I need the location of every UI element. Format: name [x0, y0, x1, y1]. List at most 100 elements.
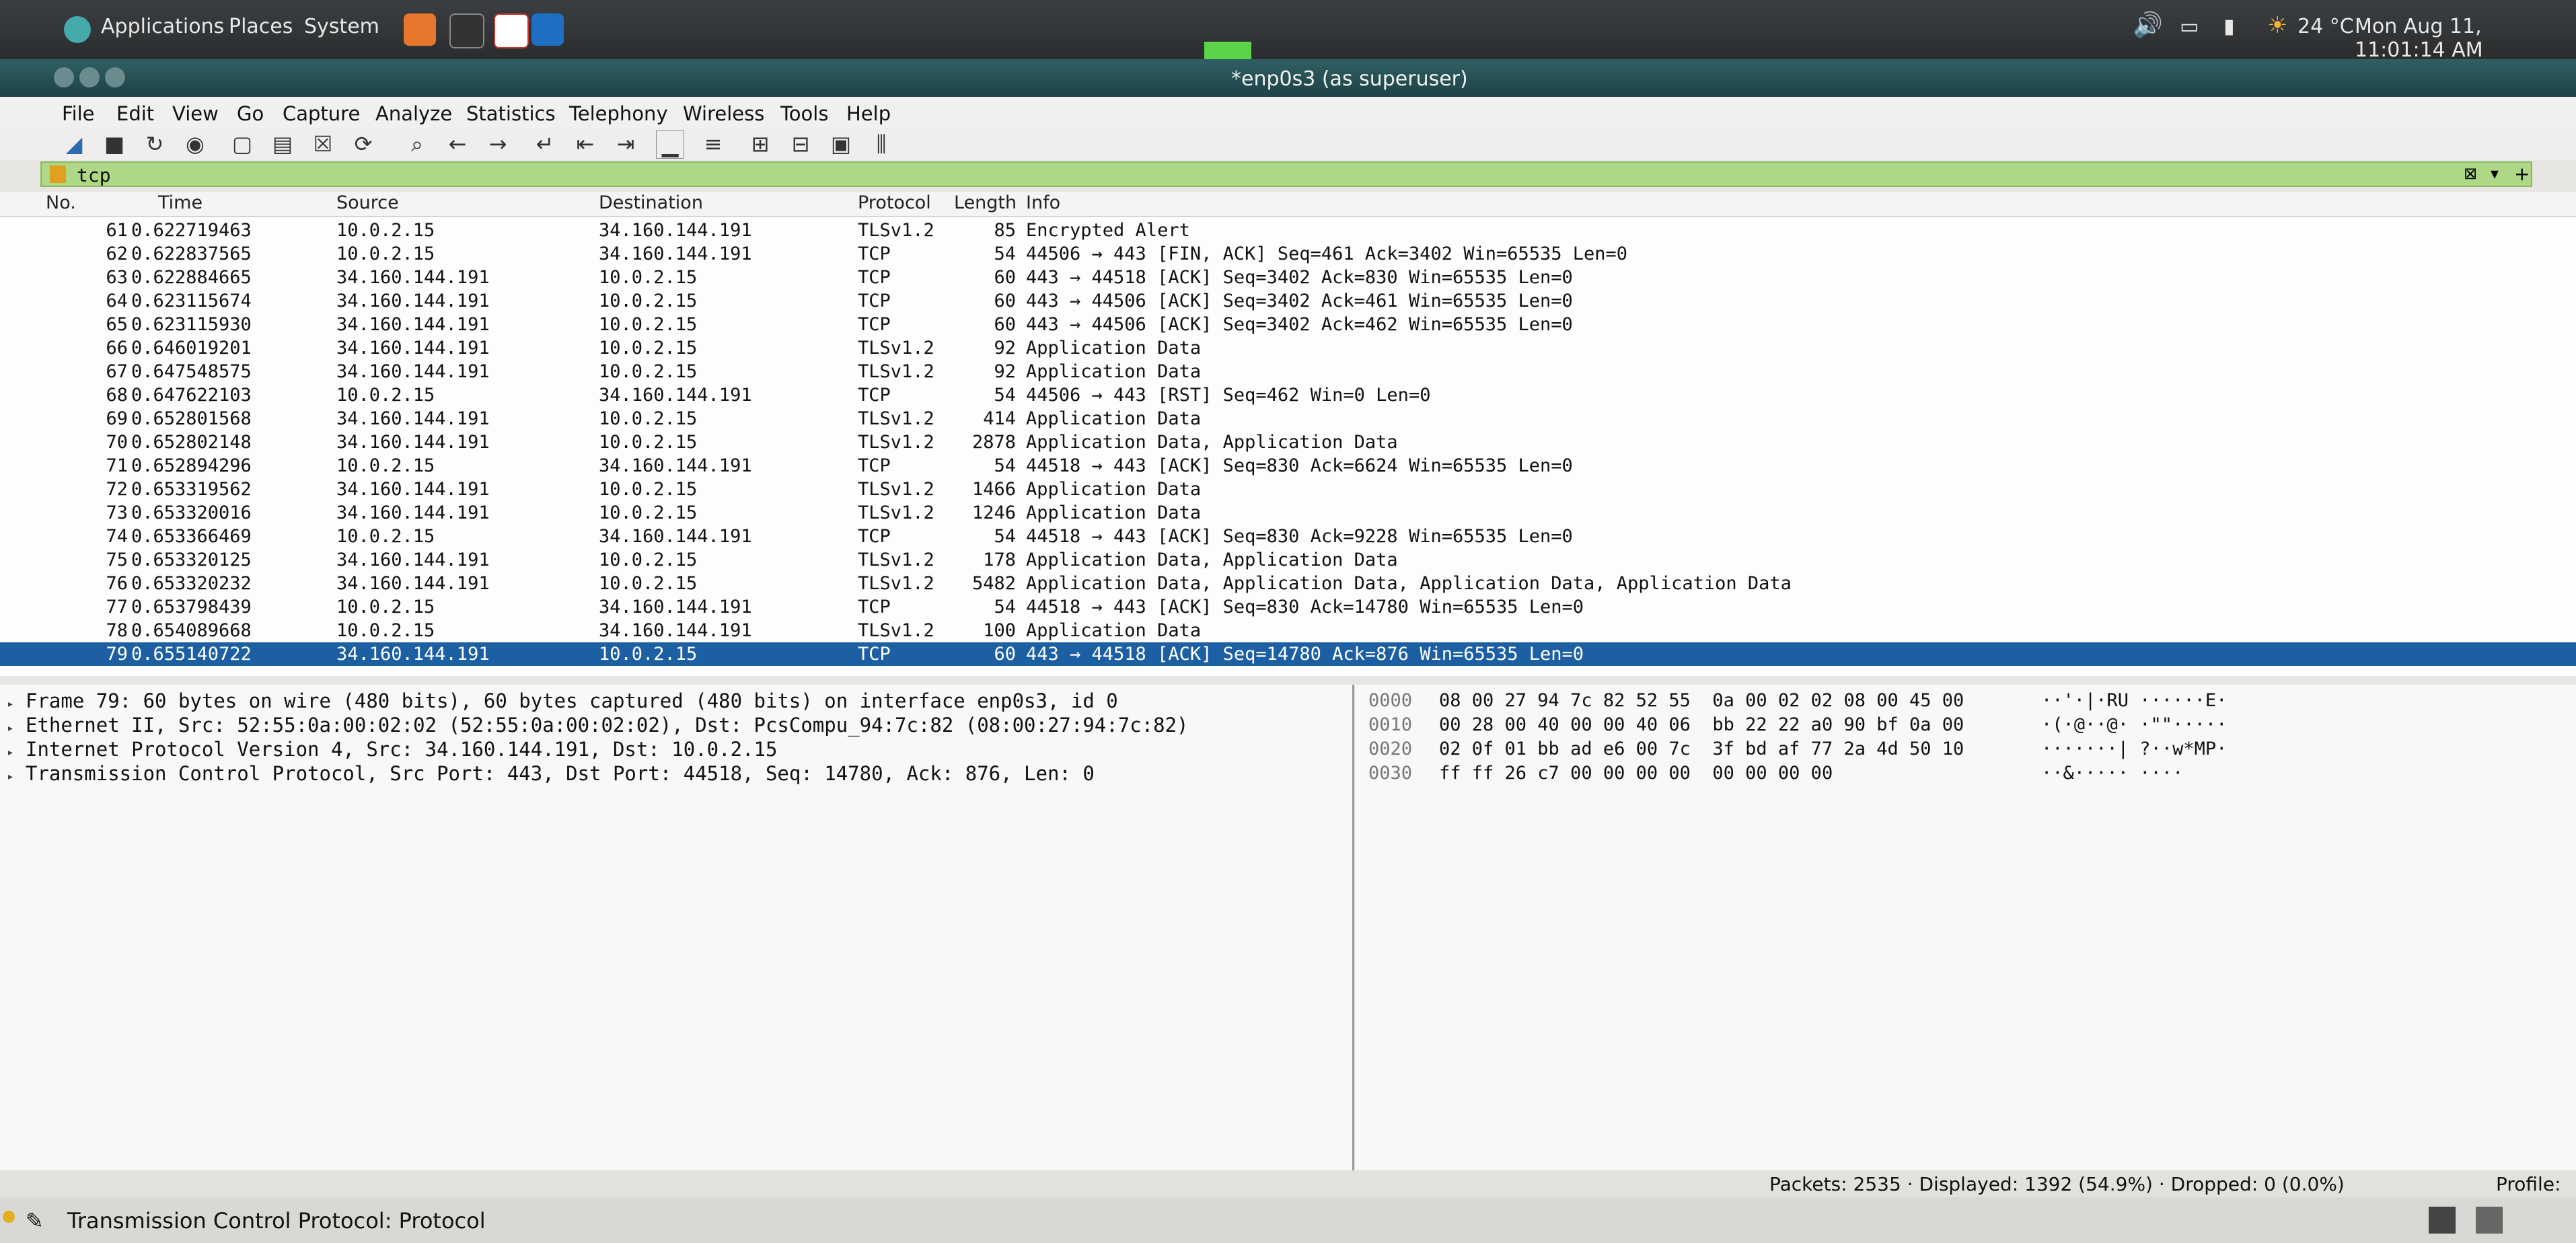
menu-view[interactable]: View: [172, 102, 219, 125]
packet-row[interactable]: 78 0.654089668 10.0.2.15 34.160.144.191 TLSv…: [0, 619, 2576, 642]
clear-filter-icon[interactable]: ⊠: [2464, 164, 2477, 183]
packet-row[interactable]: 62 0.622837565 10.0.2.15 34.160.144.191 TCP 5…: [0, 242, 2576, 266]
hex-bytes[interactable]: 00 28 00 40 00 00 40 06 bb 22 22 a0 90 b…: [1439, 713, 1964, 737]
find-packet-icon[interactable]: ⌕: [404, 130, 431, 157]
hex-ascii[interactable]: ··&····· ····: [2041, 761, 2183, 786]
bookmark-icon[interactable]: [50, 165, 66, 183]
text-editor-icon[interactable]: [494, 13, 529, 48]
packet-row[interactable]: 71 0.652894296 10.0.2.15 34.160.144.191 TCP 5…: [0, 454, 2576, 478]
maximize-window-icon[interactable]: [105, 67, 125, 87]
menu-help[interactable]: Help: [846, 102, 891, 125]
packet-row[interactable]: 69 0.652801568 34.160.144.191 10.0.2.15 TLSv…: [0, 407, 2576, 430]
packet-protocol: TLSv1.2: [858, 338, 934, 359]
packet-details-pane[interactable]: ▸ Frame 79: 60 bytes on wire (480 bits), …: [0, 685, 1354, 1181]
packet-row[interactable]: 65 0.623115930 34.160.144.191 10.0.2.15 TCP 6…: [0, 313, 2576, 336]
packet-row[interactable]: 74 0.653366469 10.0.2.15 34.160.144.191 TCP 5…: [0, 525, 2576, 548]
capture-options-icon[interactable]: ◉: [182, 130, 209, 157]
packet-list[interactable]: No. Time Source Destination Protocol Len…: [0, 192, 2576, 676]
clock[interactable]: Mon Aug 11, 11:01:14 AM: [2355, 15, 2576, 62]
zoom-out-icon[interactable]: ⊟: [787, 130, 814, 157]
edit-comment-icon[interactable]: ✎: [26, 1208, 44, 1234]
hex-bytes[interactable]: 08 00 27 94 7c 82 52 55 0a 00 02 02 08 0…: [1439, 689, 1964, 713]
volume-icon[interactable]: 🔊: [2133, 11, 2163, 39]
packet-row[interactable]: 79 0.655140722 34.160.144.191 10.0.2.15 TCP 6…: [0, 642, 2576, 666]
window-titlebar[interactable]: *enp0s3 (as superuser): [0, 59, 2576, 97]
menu-edit[interactable]: Edit: [116, 102, 154, 125]
menu-capture[interactable]: Capture: [283, 102, 360, 125]
firefox-icon[interactable]: [404, 13, 436, 46]
expert-info-icon[interactable]: [3, 1211, 15, 1223]
go-forward-icon[interactable]: →: [484, 130, 511, 157]
col-no[interactable]: No.: [46, 192, 76, 215]
packet-row[interactable]: 75 0.653320125 34.160.144.191 10.0.2.15 TLSv…: [0, 548, 2576, 572]
applications-logo-icon[interactable]: [64, 16, 91, 43]
zoom-in-icon[interactable]: ⊞: [747, 130, 774, 157]
workspace-indicator[interactable]: [1204, 42, 1251, 59]
display-filter-input[interactable]: [75, 163, 2365, 187]
menu-telephony[interactable]: Telephony: [569, 102, 668, 125]
detail-row-ipv4[interactable]: ▸ Internet Protocol Version 4, Src: 34.16…: [7, 737, 777, 761]
save-file-icon[interactable]: ▤: [269, 130, 296, 157]
packet-row[interactable]: 61 0.622719463 10.0.2.15 34.160.144.191 TLSv…: [0, 219, 2576, 242]
menu-statistics[interactable]: Statistics: [466, 102, 556, 125]
restart-capture-icon[interactable]: ↻: [141, 130, 168, 157]
reload-file-icon[interactable]: ⟳: [350, 130, 377, 157]
packet-row[interactable]: 63 0.622884665 34.160.144.191 10.0.2.15 TCP 6…: [0, 266, 2576, 289]
system-menu[interactable]: System: [304, 15, 379, 38]
packet-row[interactable]: 73 0.653320016 34.160.144.191 10.0.2.15 TLSv…: [0, 501, 2576, 525]
stop-capture-icon[interactable]: ■: [101, 130, 128, 157]
close-file-icon[interactable]: ☒: [309, 130, 336, 157]
minimize-window-icon[interactable]: [79, 67, 100, 87]
packet-row[interactable]: 72 0.653319562 34.160.144.191 10.0.2.15 TLSv…: [0, 478, 2576, 501]
menu-wireless[interactable]: Wireless: [683, 102, 764, 125]
open-file-icon[interactable]: ▢: [229, 130, 256, 157]
menu-tools[interactable]: Tools: [780, 102, 828, 125]
col-protocol[interactable]: Protocol: [858, 192, 931, 215]
first-packet-icon[interactable]: ⇤: [572, 130, 599, 157]
hex-bytes[interactable]: ff ff 26 c7 00 00 00 00 00 00 00 00: [1439, 761, 1833, 786]
col-destination[interactable]: Destination: [599, 192, 703, 215]
packet-row[interactable]: 68 0.647622103 10.0.2.15 34.160.144.191 TCP 5…: [0, 383, 2576, 407]
tray-icon[interactable]: [2476, 1207, 2503, 1234]
packet-row[interactable]: 66 0.646019201 34.160.144.191 10.0.2.15 TLSv…: [0, 336, 2576, 360]
menu-file[interactable]: File: [62, 102, 95, 125]
packet-row[interactable]: 77 0.653798439 10.0.2.15 34.160.144.191 TCP 5…: [0, 595, 2576, 619]
colorize-icon[interactable]: ≡: [700, 130, 727, 157]
last-packet-icon[interactable]: ⇥: [612, 130, 639, 157]
resize-columns-icon[interactable]: ⫼: [868, 130, 895, 157]
hex-ascii[interactable]: ··'·|·RU ······E·: [2041, 689, 2227, 713]
col-time[interactable]: Time: [158, 192, 203, 215]
add-filter-button-icon[interactable]: +: [2514, 163, 2530, 185]
battery-icon[interactable]: ▮: [2223, 15, 2235, 38]
go-to-packet-icon[interactable]: ↵: [531, 130, 558, 157]
places-menu[interactable]: Places: [229, 15, 293, 38]
tray-icon[interactable]: [2429, 1207, 2456, 1234]
hex-bytes[interactable]: 02 0f 01 bb ad e6 00 7c 3f bd af 77 2a 4…: [1439, 737, 1964, 761]
filter-dropdown-icon[interactable]: ▾: [2491, 164, 2499, 183]
packet-row[interactable]: 64 0.623115674 34.160.144.191 10.0.2.15 TCP 6…: [0, 289, 2576, 313]
start-capture-icon[interactable]: ◢: [61, 130, 87, 157]
packet-row[interactable]: 70 0.652802148 34.160.144.191 10.0.2.15 TLSv…: [0, 430, 2576, 454]
menu-analyze[interactable]: Analyze: [375, 102, 452, 125]
expand-triangle-icon[interactable]: ▸: [7, 765, 26, 789]
col-source[interactable]: Source: [336, 192, 399, 215]
auto-scroll-icon[interactable]: ▁: [656, 130, 684, 159]
menu-go[interactable]: Go: [237, 102, 264, 125]
terminal-icon[interactable]: [449, 13, 484, 48]
go-back-icon[interactable]: ←: [444, 130, 471, 157]
hex-ascii[interactable]: ·(·@··@· ·""·····: [2041, 713, 2227, 737]
hex-ascii[interactable]: ·······| ?··w*MP·: [2041, 737, 2227, 761]
packet-bytes-pane[interactable]: 0000 08 00 27 94 7c 82 52 55 0a 00 02 02…: [1355, 685, 2576, 1181]
applications-menu[interactable]: Applications: [101, 15, 224, 38]
vscode-icon[interactable]: [531, 13, 564, 46]
packet-row[interactable]: 67 0.647548575 34.160.144.191 10.0.2.15 TLSv…: [0, 360, 2576, 383]
col-info[interactable]: Info: [1026, 192, 1060, 215]
detail-row-tcp[interactable]: ▸ Transmission Control Protocol, Src Port…: [7, 761, 1095, 786]
packet-row[interactable]: 76 0.653320232 34.160.144.191 10.0.2.15 TLSv…: [0, 572, 2576, 595]
display-icon[interactable]: ▭: [2180, 15, 2199, 38]
normal-size-icon[interactable]: ▣: [827, 130, 854, 157]
detail-row-frame[interactable]: ▸ Frame 79: 60 bytes on wire (480 bits), …: [7, 689, 1118, 713]
detail-row-ethernet[interactable]: ▸ Ethernet II, Src: 52:55:0a:00:02:02 (52…: [7, 713, 1189, 737]
col-length[interactable]: Length: [954, 192, 1017, 215]
close-window-icon[interactable]: [54, 67, 74, 87]
